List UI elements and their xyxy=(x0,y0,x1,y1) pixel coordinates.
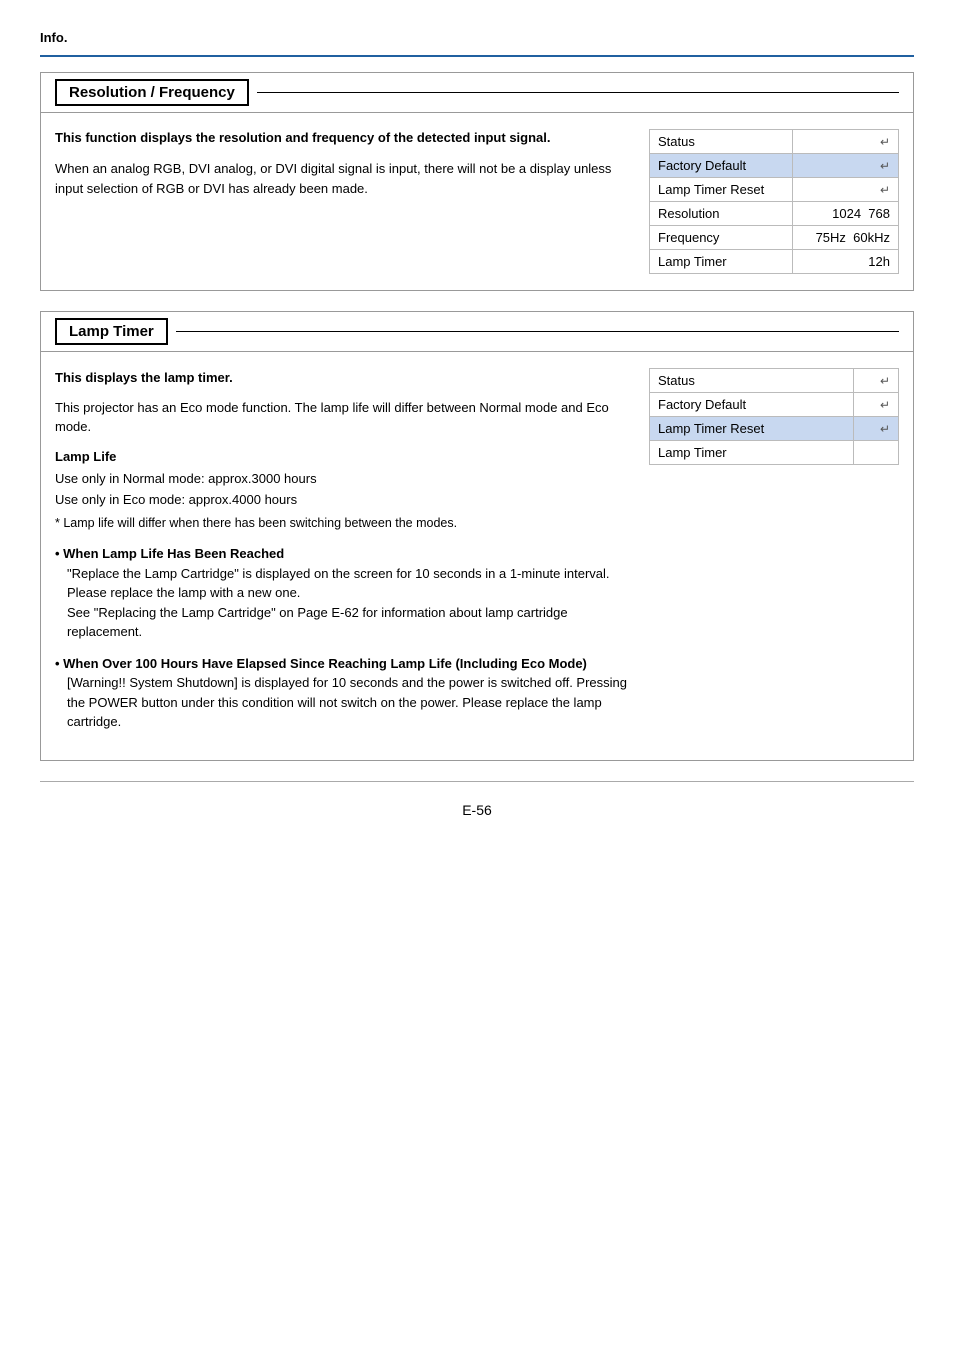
table-row: Status ↵ xyxy=(650,130,899,154)
enter-icon: ↵ xyxy=(880,374,890,388)
resolution-table: Status ↵ Factory Default ↵ Lamp Timer Reset ↵… xyxy=(649,129,899,274)
bullet-title: • When Over 100 Hours Have Elapsed Since… xyxy=(55,656,587,671)
resolution-body: When an analog RGB, DVI analog, or DVI d… xyxy=(55,159,629,198)
page-footer: E-56 xyxy=(40,802,914,818)
table-cell-label: Factory Default xyxy=(650,393,854,417)
table-cell-value: ↵ xyxy=(792,130,898,154)
bullet-item: • When Lamp Life Has Been Reached "Replac… xyxy=(55,544,629,642)
table-row: Lamp Timer Reset ↵ xyxy=(650,178,899,202)
table-cell-label: Resolution xyxy=(650,202,793,226)
table-cell-value: ↵ xyxy=(854,369,899,393)
table-row: Lamp Timer 12h xyxy=(650,250,899,274)
resolution-section: Resolution / Frequency This function dis… xyxy=(40,72,914,291)
bullet-text: "Replace the Lamp Cartridge" is displaye… xyxy=(55,564,629,584)
table-row: Frequency75Hz 60kHz xyxy=(650,226,899,250)
lamp-body: This projector has an Eco mode function.… xyxy=(55,398,629,437)
table-cell-label: Status xyxy=(650,130,793,154)
page-header: Info. xyxy=(40,30,914,45)
bullet-text: [Warning!! System Shutdown] is displayed… xyxy=(55,673,629,732)
table-row: Factory Default ↵ xyxy=(650,393,899,417)
bottom-divider xyxy=(40,781,914,782)
table-cell-label: Lamp Timer xyxy=(650,250,793,274)
enter-icon: ↵ xyxy=(880,422,890,436)
table-cell-label: Lamp Timer xyxy=(650,441,854,465)
lamp-text: This displays the lamp timer. This proje… xyxy=(55,368,629,744)
resolution-text: This function displays the resolution an… xyxy=(55,129,629,274)
top-divider xyxy=(40,55,914,57)
table-cell-label: Factory Default xyxy=(650,154,793,178)
bullet-text: See "Replacing the Lamp Cartridge" on Pa… xyxy=(55,603,629,642)
table-row: Lamp Timer Reset ↵ xyxy=(650,417,899,441)
table-cell-value: ↵ xyxy=(792,154,898,178)
lamp-life-title: Lamp Life xyxy=(55,447,629,467)
table-row: Factory Default ↵ xyxy=(650,154,899,178)
lamp-title-line xyxy=(176,331,899,332)
bullet-text: Please replace the lamp with a new one. xyxy=(55,583,629,603)
bullet-item: • When Over 100 Hours Have Elapsed Since… xyxy=(55,654,629,732)
asterisk-note: * Lamp life will differ when there has b… xyxy=(55,514,629,533)
resolution-content: This function displays the resolution an… xyxy=(41,113,913,290)
table-cell-label: Lamp Timer Reset xyxy=(650,417,854,441)
header-label: Info. xyxy=(40,30,67,45)
table-row: Resolution1024 768 xyxy=(650,202,899,226)
table-cell-label: Status xyxy=(650,369,854,393)
lamp-table: Status ↵ Factory Default ↵ Lamp Timer Reset ↵… xyxy=(649,368,899,465)
table-cell-value: 12h xyxy=(792,250,898,274)
resolution-table-container: Status ↵ Factory Default ↵ Lamp Timer Reset ↵… xyxy=(649,129,899,274)
table-cell-value: ↵ xyxy=(854,393,899,417)
title-line xyxy=(257,92,899,93)
table-cell-value: ↵ xyxy=(854,417,899,441)
resolution-title: Resolution / Frequency xyxy=(55,79,249,106)
lamp-timer-title: Lamp Timer xyxy=(55,318,168,345)
lamp-life-details: Use only in Normal mode: approx.3000 hou… xyxy=(55,469,629,511)
lamp-content: This displays the lamp timer. This proje… xyxy=(41,352,913,760)
table-row: Lamp Timer xyxy=(650,441,899,465)
table-cell-value: ↵ xyxy=(792,178,898,202)
table-cell-label: Lamp Timer Reset xyxy=(650,178,793,202)
lamp-intro: This displays the lamp timer. xyxy=(55,368,629,388)
bullet-title: • When Lamp Life Has Been Reached xyxy=(55,546,284,561)
table-cell-label: Frequency xyxy=(650,226,793,250)
lamp-timer-section: Lamp Timer This displays the lamp timer.… xyxy=(40,311,914,761)
lamp-timer-title-bar: Lamp Timer xyxy=(41,312,913,352)
resolution-intro: This function displays the resolution an… xyxy=(55,129,629,147)
page-number: E-56 xyxy=(462,802,492,818)
enter-icon: ↵ xyxy=(880,183,890,197)
lamp-bullets: • When Lamp Life Has Been Reached "Replac… xyxy=(55,544,629,732)
enter-icon: ↵ xyxy=(880,159,890,173)
resolution-title-bar: Resolution / Frequency xyxy=(41,73,913,113)
lamp-table-container: Status ↵ Factory Default ↵ Lamp Timer Reset ↵… xyxy=(649,368,899,744)
table-cell-value: 75Hz 60kHz xyxy=(792,226,898,250)
table-cell-value xyxy=(854,441,899,465)
lamp-life-line: Use only in Eco mode: approx.4000 hours xyxy=(55,490,629,511)
lamp-life-line: Use only in Normal mode: approx.3000 hou… xyxy=(55,469,629,490)
table-row: Status ↵ xyxy=(650,369,899,393)
table-cell-value: 1024 768 xyxy=(792,202,898,226)
enter-icon: ↵ xyxy=(880,135,890,149)
enter-icon: ↵ xyxy=(880,398,890,412)
